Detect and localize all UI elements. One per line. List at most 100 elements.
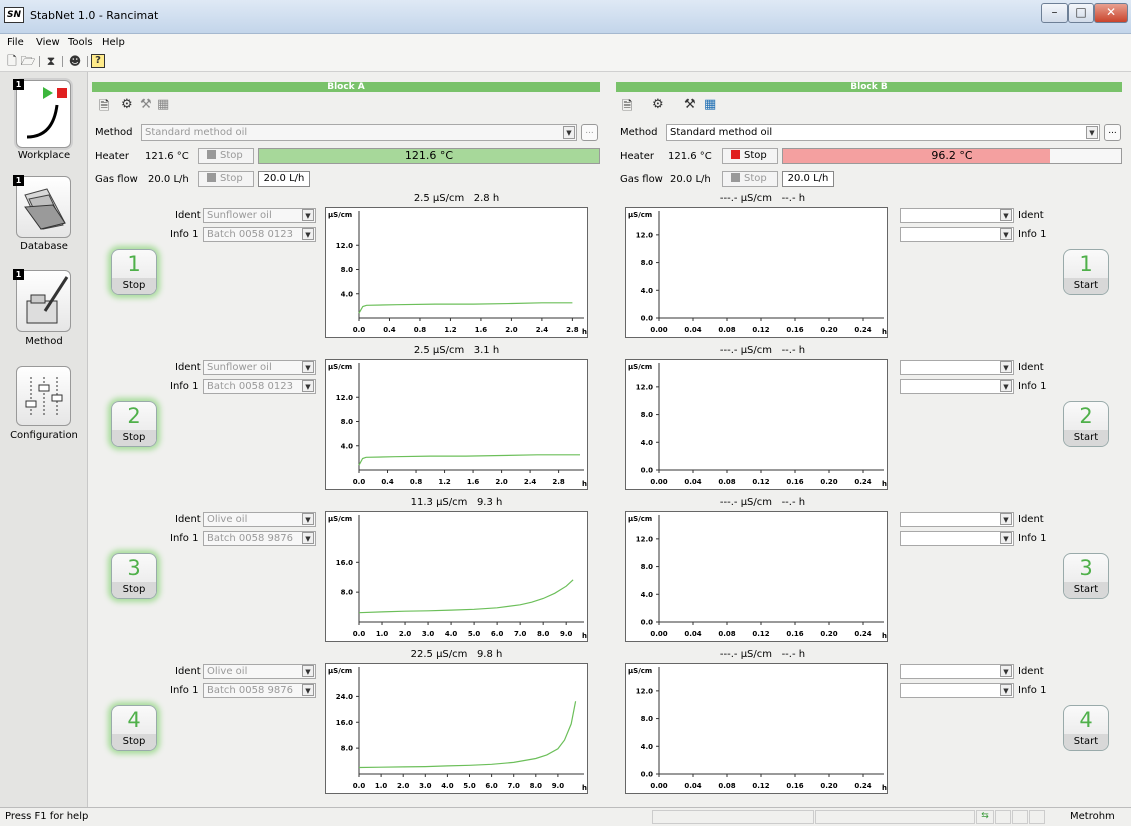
x-tick-label: 0.16 xyxy=(786,630,803,638)
sidebar-item-workplace[interactable]: 1 xyxy=(13,79,71,148)
wrench-icon[interactable]: ⚒ xyxy=(140,97,152,112)
slot-stop-button[interactable]: 3 Stop xyxy=(111,553,157,599)
sidebar-item-database[interactable]: 1 xyxy=(13,175,71,238)
chevron-down-icon[interactable]: ▼ xyxy=(1000,380,1012,392)
slot-start-button[interactable]: 2 Start xyxy=(1063,401,1109,447)
menu-tools[interactable]: Tools xyxy=(68,37,93,48)
slot-stop-button[interactable]: 2 Stop xyxy=(111,401,157,447)
ident-select[interactable]: Sunflower oil ▼ xyxy=(203,208,316,223)
help-icon[interactable]: ? xyxy=(91,54,105,68)
heater-stop-button-a[interactable]: Stop xyxy=(198,148,254,164)
report-icon[interactable]: 🗎 xyxy=(622,97,632,119)
chart-svg: µS/cm 24.0 16.0 8.0 0.0 1.0 2.0 3.0 4.0 5.0 6.0 7.0… xyxy=(328,667,587,792)
y-tick-label: 12.0 xyxy=(336,394,353,402)
x-tick-label: 0.20 xyxy=(820,630,837,638)
method-select-a[interactable]: Standard method oil ▼ xyxy=(141,124,577,141)
info-select[interactable]: Batch 0058 9876 ▼ xyxy=(203,683,316,698)
y-tick-label: 8.0 xyxy=(341,589,354,597)
open-method-icon[interactable]: 🗁 xyxy=(20,54,36,69)
ident-select[interactable]: ▼ xyxy=(900,512,1014,527)
chart-axes xyxy=(658,667,884,775)
new-method-icon[interactable]: 🗋 xyxy=(4,54,20,69)
chevron-down-icon[interactable]: ▼ xyxy=(1000,513,1012,525)
status-help-text: Press F1 for help xyxy=(5,811,89,822)
chevron-down-icon[interactable]: ▼ xyxy=(1000,684,1012,696)
y-tick-label: 4.0 xyxy=(641,287,654,295)
info-select[interactable]: ▼ xyxy=(900,531,1014,546)
x-tick-label: 2.4 xyxy=(524,478,537,486)
sidebar-item-label: Database xyxy=(20,241,68,252)
slot-start-button[interactable]: 3 Start xyxy=(1063,553,1109,599)
slot-stop-button[interactable]: 4 Stop xyxy=(111,705,157,751)
chevron-down-icon[interactable]: ▼ xyxy=(1000,532,1012,544)
ident-select[interactable]: Olive oil ▼ xyxy=(203,512,316,527)
info-select[interactable]: ▼ xyxy=(900,227,1014,242)
report-icon[interactable]: 🗎 xyxy=(99,97,109,119)
gas-stop-button-b[interactable]: Stop xyxy=(722,171,778,187)
y-tick-label: 8.0 xyxy=(341,266,354,274)
calibrate-icon[interactable]: ▦ xyxy=(704,97,716,112)
sidebar-item-configuration[interactable] xyxy=(16,366,71,426)
method-browse-button-b[interactable]: ... xyxy=(1104,124,1121,141)
slot-status: Start xyxy=(1064,582,1108,598)
wrench-icon[interactable]: ⚒ xyxy=(684,97,696,112)
gas-flow-label: Gas flow xyxy=(95,174,138,185)
chevron-down-icon[interactable]: ▼ xyxy=(302,380,314,392)
chevron-down-icon[interactable]: ▼ xyxy=(302,665,314,677)
chevron-down-icon[interactable]: ▼ xyxy=(1000,228,1012,240)
close-icon[interactable]: ✕ xyxy=(1094,3,1128,23)
menu-help[interactable]: Help xyxy=(102,37,125,48)
user-icon[interactable]: ☻ xyxy=(67,54,83,69)
slot-stop-button[interactable]: 1 Stop xyxy=(111,249,157,295)
chevron-down-icon[interactable]: ▼ xyxy=(1000,209,1012,221)
calibrate-icon[interactable]: ▦ xyxy=(157,97,169,112)
method-select-b[interactable]: Standard method oil ▼ xyxy=(666,124,1100,141)
method-browse-button-a[interactable]: ... xyxy=(581,124,598,141)
chevron-down-icon[interactable]: ▼ xyxy=(1000,665,1012,677)
chevron-down-icon[interactable]: ▼ xyxy=(1000,361,1012,373)
chevron-down-icon[interactable]: ▼ xyxy=(302,228,314,240)
info-select[interactable]: Batch 0058 9876 ▼ xyxy=(203,531,316,546)
sidebar-item-method[interactable]: 1 xyxy=(13,269,71,332)
conductivity-chart: µS/cm 12.0 8.0 4.0 0.0 0.4 0.8 1.2 1.6 2.0 2.4 2.8 h xyxy=(325,207,588,338)
method-label: Method xyxy=(620,127,658,138)
ident-select[interactable]: Sunflower oil ▼ xyxy=(203,360,316,375)
menu-file[interactable]: File xyxy=(7,37,24,48)
x-tick-label: 3.0 xyxy=(419,782,432,790)
stop-icon xyxy=(207,173,216,182)
chevron-down-icon[interactable]: ▼ xyxy=(302,209,314,221)
chevron-down-icon[interactable]: ▼ xyxy=(302,361,314,373)
heater-stop-button-b[interactable]: Stop xyxy=(722,148,778,164)
slot-start-button[interactable]: 1 Start xyxy=(1063,249,1109,295)
minimize-icon[interactable]: – xyxy=(1041,3,1068,23)
ident-select[interactable]: ▼ xyxy=(900,360,1014,375)
x-tick-label: 6.0 xyxy=(485,782,498,790)
x-tick-label: 0.20 xyxy=(820,478,837,486)
x-tick-label: 0.00 xyxy=(650,782,667,790)
chevron-down-icon[interactable]: ▼ xyxy=(302,513,314,525)
tools-icon[interactable]: ⚙ xyxy=(652,97,664,112)
gas-flow-box-a: 20.0 L/h xyxy=(258,171,310,187)
info-select[interactable]: ▼ xyxy=(900,683,1014,698)
info-select[interactable]: Batch 0058 0123 ▼ xyxy=(203,379,316,394)
gas-stop-button-a[interactable]: Stop xyxy=(198,171,254,187)
x-tick-label: 0.00 xyxy=(650,630,667,638)
ident-select[interactable]: ▼ xyxy=(900,664,1014,679)
chevron-down-icon[interactable]: ▼ xyxy=(302,532,314,544)
info-select[interactable]: ▼ xyxy=(900,379,1014,394)
ident-select[interactable]: ▼ xyxy=(900,208,1014,223)
slot-start-button[interactable]: 4 Start xyxy=(1063,705,1109,751)
chevron-down-icon[interactable]: ▼ xyxy=(302,684,314,696)
chevron-down-icon[interactable]: ▼ xyxy=(563,126,575,139)
menu-view[interactable]: View xyxy=(36,37,60,48)
hourglass-icon[interactable]: ⧗ xyxy=(43,54,59,69)
x-tick-label: 2.0 xyxy=(399,630,412,638)
info-select[interactable]: Batch 0058 0123 ▼ xyxy=(203,227,316,242)
tools-icon[interactable]: ⚙ xyxy=(121,97,133,112)
x-axis-unit: h xyxy=(582,480,587,488)
chevron-down-icon[interactable]: ▼ xyxy=(1086,126,1098,139)
ident-select[interactable]: Olive oil ▼ xyxy=(203,664,316,679)
heater-label: Heater xyxy=(95,151,129,162)
maximize-icon[interactable]: □ xyxy=(1068,3,1094,23)
slot-number: 3 xyxy=(127,556,141,580)
